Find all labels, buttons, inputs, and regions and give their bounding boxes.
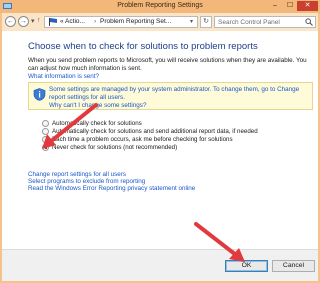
option-label: Automatically check for solutions and se… [52,128,258,135]
radio-never-check[interactable] [42,144,49,151]
maximize-button[interactable]: ☐ [283,1,297,11]
description-text: When you send problem reports to Microso… [28,57,307,72]
back-button[interactable]: ← [5,16,16,27]
option-label: Automatically check for solutions [52,120,142,127]
radio-auto-check[interactable] [42,120,49,127]
radio-ask-before-checking[interactable] [42,136,49,143]
breadcrumb-separator-icon: › [94,18,97,25]
why-cant-change-link[interactable]: Why can't I change some settings? [49,102,146,109]
close-button[interactable]: ✕ [297,1,318,11]
cancel-button[interactable]: Cancel [272,260,315,272]
option-label: Each time a problem occurs, ask me befor… [52,136,233,143]
minimize-button[interactable]: – [268,1,282,11]
address-dropdown-icon[interactable]: ▾ [190,18,193,25]
page-title: Choose when to check for solutions to pr… [28,41,258,52]
main-content: Choose when to check for solutions to pr… [2,31,318,249]
change-report-settings-link[interactable]: Change report settings for all users [28,171,126,178]
title-bar[interactable]: Problem Reporting Settings – ☐ ✕ [0,0,320,13]
navigation-bar: ← → ▾ ↑ « Actio... › Problem Reporting S… [2,13,318,31]
action-center-flag-icon [49,18,57,26]
refresh-button[interactable]: ↻ [200,16,212,28]
privacy-statement-link[interactable]: Read the Windows Error Reporting privacy… [28,185,195,192]
shield-info-icon [33,88,46,101]
exclude-programs-link[interactable]: Select programs to exclude from reportin… [28,178,145,185]
up-arrow-icon[interactable]: ↑ [37,17,41,24]
option-label: Never check for solutions (not recommend… [52,144,178,151]
admin-info-box: Some settings are managed by your system… [28,82,313,110]
breadcrumb-problem-reporting[interactable]: Problem Reporting Set... [100,18,171,25]
search-input[interactable] [214,16,316,28]
address-bar[interactable]: « Actio... › Problem Reporting Set... ▾ [44,16,198,28]
recent-pages-dropdown-icon[interactable]: ▾ [31,17,35,25]
breadcrumb-action-center[interactable]: « Actio... [60,18,85,25]
window-frame: Problem Reporting Settings – ☐ ✕ ← → ▾ ↑… [0,0,320,283]
search-icon[interactable] [305,18,313,26]
forward-button[interactable]: → [18,16,29,27]
what-information-link[interactable]: What information is sent? [28,73,99,80]
admin-info-text: Some settings are managed by your system… [49,86,300,101]
ok-button[interactable]: OK [225,260,268,272]
dialog-footer: OK Cancel [2,249,318,281]
radio-auto-check-send-data[interactable] [42,128,49,135]
